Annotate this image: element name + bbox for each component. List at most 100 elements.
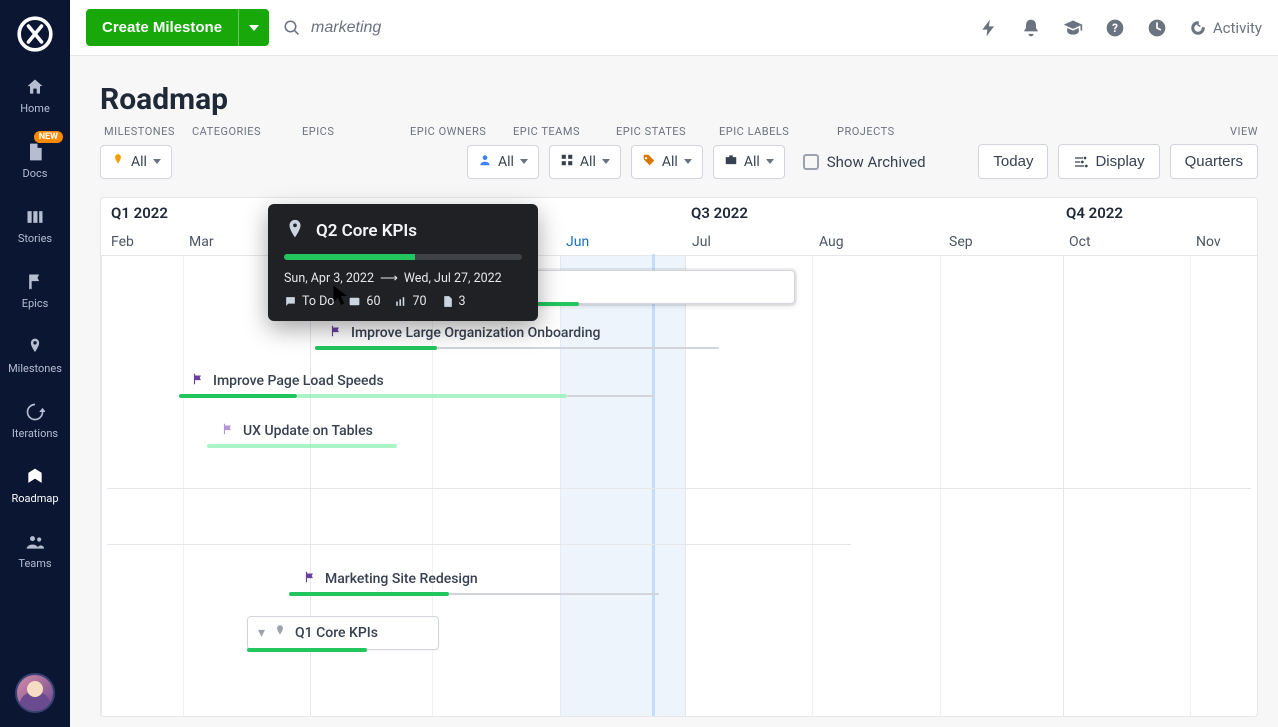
filter-milestones-value: All — [131, 154, 147, 170]
pin-icon — [284, 218, 306, 244]
progress-bar — [315, 346, 437, 350]
sliders-icon — [1073, 154, 1089, 170]
create-dropdown-button[interactable] — [238, 9, 269, 46]
progress-bar — [297, 394, 567, 398]
app-logo[interactable] — [15, 14, 55, 54]
left-nav: Home NEW Docs Stories Epics Milestones I… — [0, 0, 70, 727]
roadmap-icon — [25, 466, 45, 488]
home-icon — [25, 76, 45, 98]
search-input[interactable] — [309, 18, 803, 38]
lbl-states: EPIC STATES — [616, 125, 701, 138]
create-milestone-button[interactable]: Create Milestone — [86, 9, 238, 46]
show-archived-label: Show Archived — [827, 153, 926, 171]
nav-stories[interactable]: Stories — [3, 202, 67, 249]
chevron-down-icon — [684, 159, 692, 164]
filter-labels-row: MILESTONES CATEGORIES EPICS EPIC OWNERS … — [100, 125, 1258, 138]
filter-epic-owners[interactable]: All — [467, 145, 539, 179]
activity-link[interactable]: Activity — [1189, 19, 1262, 37]
arrow-right-icon: ⟶ — [380, 270, 398, 286]
nav-milestones[interactable]: Milestones — [3, 332, 67, 379]
clock-icon[interactable] — [1147, 18, 1167, 38]
bar-marketing[interactable]: Marketing Site Redesign — [293, 562, 673, 596]
separator — [107, 488, 1251, 489]
progress-bar — [247, 648, 367, 652]
bolt-icon[interactable] — [979, 18, 999, 38]
tooltip-stat3: 3 — [441, 294, 466, 309]
tag-icon — [642, 153, 656, 171]
bars-icon — [394, 295, 407, 308]
filter-epic-labels[interactable]: All — [631, 145, 703, 179]
avatar[interactable] — [15, 673, 55, 713]
main-content: Roadmap MILESTONES CATEGORIES EPICS EPIC… — [70, 56, 1278, 727]
chevron-down-icon — [153, 159, 161, 164]
filter-teams-value: All — [580, 154, 596, 170]
bar-title: Q1 Core KPIs — [295, 625, 378, 641]
display-button[interactable]: Display — [1058, 144, 1159, 179]
flag-icon — [329, 324, 343, 342]
tooltip-progress — [284, 254, 522, 260]
remaining-bar — [449, 593, 659, 595]
stories-icon — [25, 206, 45, 228]
bar-ux[interactable]: UX Update on Tables — [211, 414, 511, 448]
flag-icon — [221, 422, 235, 440]
m-label: Aug — [819, 234, 844, 250]
lbl-teams: EPIC TEAMS — [513, 125, 598, 138]
card-icon — [348, 295, 361, 308]
milestone-tooltip: Q2 Core KPIs Sun, Apr 3, 2022 ⟶ Wed, Jul… — [268, 204, 538, 321]
filter-epic-teams[interactable]: All — [549, 145, 621, 179]
tooltip-stat1: 60 — [348, 294, 380, 309]
bar-pageload[interactable]: Improve Page Load Speeds — [181, 364, 661, 398]
bar-title: Improve Page Load Speeds — [213, 373, 384, 389]
caret-down-icon — [249, 25, 259, 31]
nav-docs[interactable]: NEW Docs — [3, 137, 67, 184]
bar-title: UX Update on Tables — [243, 423, 373, 439]
m-label: Jun — [566, 234, 589, 250]
chevron-down-icon — [766, 159, 774, 164]
top-bar: Create Milestone ? Activity — [70, 0, 1278, 56]
m-label: Oct — [1069, 234, 1091, 250]
quarters-button[interactable]: Quarters — [1170, 144, 1258, 179]
filter-projects-value: All — [744, 154, 760, 170]
remaining-bar — [437, 347, 719, 349]
nav-home[interactable]: Home — [3, 72, 67, 119]
nav-iterations[interactable]: Iterations — [3, 397, 67, 444]
user-icon — [478, 153, 492, 171]
tooltip-title: Q2 Core KPIs — [316, 221, 417, 241]
flag-icon — [303, 570, 317, 588]
tooltip-stat2: 70 — [394, 294, 426, 309]
graduation-icon[interactable] — [1063, 18, 1083, 38]
nav-teams[interactable]: Teams — [3, 527, 67, 574]
nav-roadmap[interactable]: Roadmap — [3, 462, 67, 509]
bell-icon[interactable] — [1021, 18, 1041, 38]
lbl-owners: EPIC OWNERS — [410, 125, 495, 138]
help-icon[interactable]: ? — [1105, 18, 1125, 38]
bar-q1-core-kpis[interactable]: ▾ Q1 Core KPIs — [247, 616, 439, 650]
progress-bar — [207, 444, 397, 448]
iterations-icon — [25, 401, 45, 423]
search-field[interactable] — [283, 18, 803, 38]
m-label: Sep — [949, 234, 973, 250]
nav-epics[interactable]: Epics — [3, 267, 67, 314]
m-label: Feb — [111, 234, 134, 250]
search-icon — [283, 19, 301, 37]
filter-milestones[interactable]: All — [100, 145, 172, 179]
progress-bar — [289, 592, 449, 596]
lbl-milestones: MILESTONES — [104, 125, 174, 138]
bar-onboarding[interactable]: Improve Large Organization Onboarding — [319, 316, 719, 350]
pin-icon — [273, 624, 287, 642]
cursor-icon — [332, 284, 350, 308]
doc-icon — [441, 295, 454, 308]
today-button[interactable]: Today — [978, 144, 1048, 179]
show-archived-toggle[interactable]: Show Archived — [795, 153, 934, 171]
filter-owners-value: All — [498, 154, 514, 170]
filter-projects[interactable]: All — [713, 145, 785, 179]
flag-icon — [191, 372, 205, 390]
chevron-down-icon — [602, 159, 610, 164]
chevron-down-icon — [520, 159, 528, 164]
timeline-body: ▾ Q2 Core KPIs Improve Large Organizatio… — [101, 256, 1257, 716]
tooltip-dates: Sun, Apr 3, 2022 ⟶ Wed, Jul 27, 2022 — [284, 270, 522, 286]
teams-icon — [25, 531, 45, 553]
nav-roadmap-label: Roadmap — [11, 492, 58, 505]
activity-label: Activity — [1213, 19, 1262, 37]
tooltip-status: To Do — [284, 294, 334, 309]
